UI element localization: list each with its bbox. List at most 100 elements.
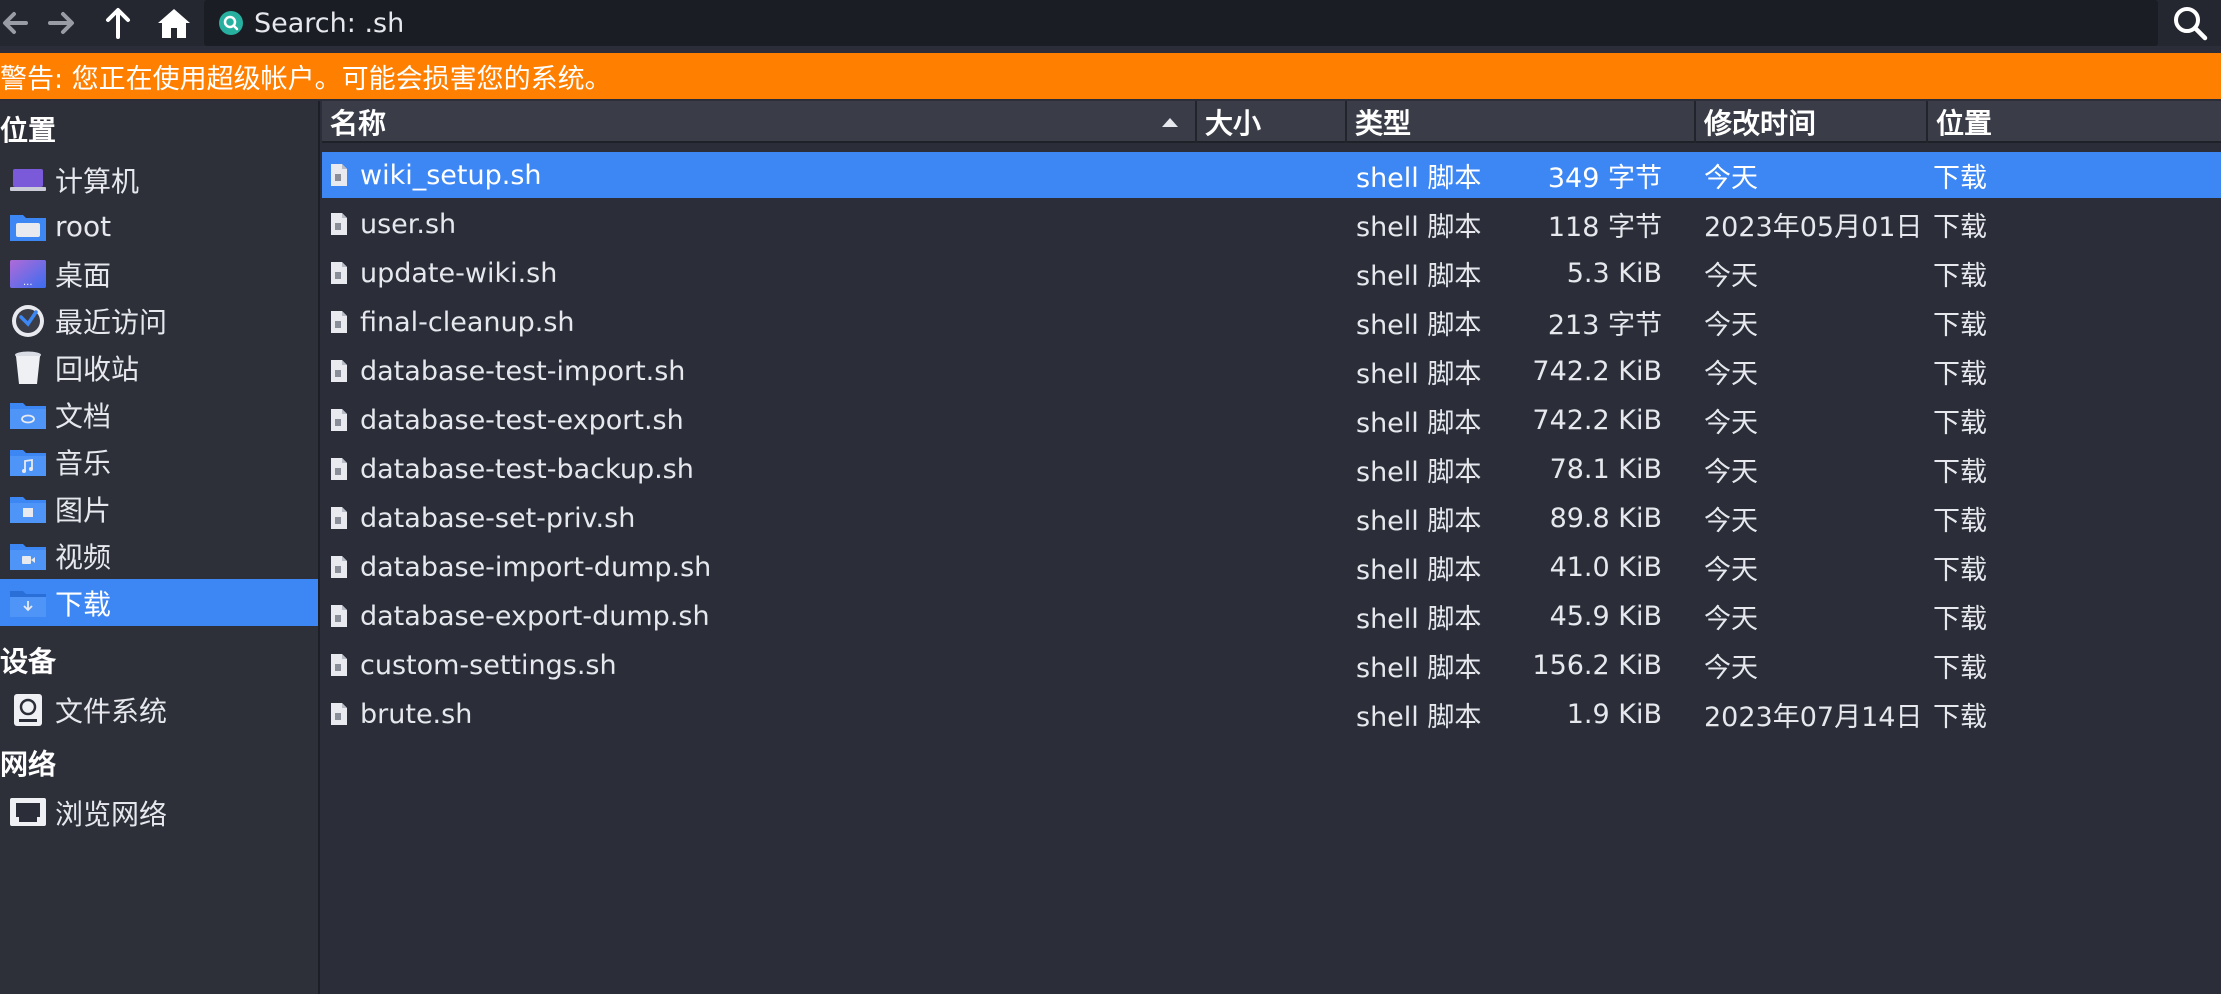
sidebar-item-label: 计算机 bbox=[55, 164, 140, 198]
file-type: shell 脚本 bbox=[1356, 358, 1482, 390]
documents-folder-icon bbox=[8, 397, 48, 433]
file-row[interactable]: user.sh 118 字节 shell 脚本 2023年05月01日 下载 bbox=[322, 201, 2221, 247]
network-icon bbox=[8, 795, 48, 831]
forward-arrow-icon bbox=[48, 12, 74, 34]
superuser-warning-bar: 警告: 您正在使用超级帐户。可能会损害您的系统。 bbox=[0, 53, 2221, 99]
file-row[interactable]: database-import-dump.sh 41.0 KiB shell 脚本今… bbox=[322, 544, 2221, 590]
file-location: 下载 bbox=[1933, 260, 1987, 292]
devices-header: 设备 bbox=[0, 645, 57, 678]
file-name: brute.sh bbox=[360, 698, 473, 730]
forward-button[interactable] bbox=[44, 0, 80, 46]
file-row[interactable]: database-export-dump.sh 45.9 KiB shell 脚本今… bbox=[322, 593, 2221, 639]
file-name-cell: database-import-dump.sh bbox=[330, 544, 1010, 590]
back-button[interactable] bbox=[0, 0, 30, 46]
search-button[interactable] bbox=[2158, 0, 2221, 46]
column-header-modified-label: 修改时间 bbox=[1704, 107, 1817, 140]
sidebar-item-music[interactable]: 音乐 bbox=[0, 438, 318, 485]
shell-script-file-icon bbox=[330, 603, 350, 629]
file-location: 下载 bbox=[1933, 652, 1987, 684]
file-name: database-set-priv.sh bbox=[360, 502, 636, 534]
file-row[interactable]: database-test-export.sh 742.2 KiB shell 脚本… bbox=[322, 397, 2221, 443]
file-row[interactable]: database-test-backup.sh 78.1 KiB shell 脚本今… bbox=[322, 446, 2221, 492]
file-location: 下载 bbox=[1933, 162, 1987, 194]
shell-script-file-icon bbox=[330, 211, 350, 237]
shell-script-file-icon bbox=[330, 505, 350, 531]
sidebar-item-downloads[interactable]: 下载 bbox=[0, 579, 318, 626]
file-name: database-test-import.sh bbox=[360, 355, 686, 387]
column-header-modified[interactable]: 修改时间 bbox=[1696, 101, 1928, 143]
file-row[interactable]: custom-settings.sh 156.2 KiB shell 脚本 今天 下载 bbox=[322, 642, 2221, 688]
sidebar-item-root[interactable]: root bbox=[0, 203, 318, 250]
recent-icon bbox=[8, 303, 48, 339]
desktop-icon: ... bbox=[8, 256, 48, 292]
file-name: database-export-dump.sh bbox=[360, 600, 710, 632]
sidebar-item-trash[interactable]: 回收站 bbox=[0, 344, 318, 391]
sidebar-item-recent[interactable]: 最近访问 bbox=[0, 297, 318, 344]
sidebar-item-browse-network[interactable]: 浏览网络 bbox=[0, 789, 318, 836]
file-row[interactable]: wiki_setup.sh 349 字节 shell 脚本 今天 下载 bbox=[322, 152, 2221, 198]
pictures-folder-icon bbox=[8, 491, 48, 527]
file-location: 下载 bbox=[1933, 407, 1987, 439]
file-row[interactable]: brute.sh 1.9 KiB shell 脚本 2023年07月14日 下载 bbox=[322, 691, 2221, 737]
computer-icon bbox=[8, 162, 48, 198]
column-header-type[interactable]: 类型 bbox=[1347, 101, 1696, 143]
file-location: 下载 bbox=[1933, 701, 1987, 733]
file-type: shell 脚本 bbox=[1356, 162, 1482, 194]
column-header-row: 名称 大小 类型 修改时间 位置 bbox=[322, 101, 2221, 143]
sidebar-item-label: 视频 bbox=[55, 540, 112, 574]
file-location: 下载 bbox=[1933, 358, 1987, 390]
file-name: database-test-export.sh bbox=[360, 404, 684, 436]
file-row[interactable]: database-set-priv.sh 89.8 KiB shell 脚本 今天 下载 bbox=[322, 495, 2221, 541]
shell-script-file-icon bbox=[330, 456, 350, 482]
sidebar-item-label: 音乐 bbox=[55, 446, 112, 480]
column-header-size[interactable]: 大小 bbox=[1197, 101, 1347, 143]
file-modified: 今天 bbox=[1704, 162, 1758, 194]
column-header-name-label: 名称 bbox=[330, 107, 387, 140]
column-header-name[interactable]: 名称 bbox=[322, 101, 1197, 143]
column-header-type-label: 类型 bbox=[1355, 107, 1412, 140]
sort-ascending-icon bbox=[1162, 118, 1178, 127]
column-header-location[interactable]: 位置 bbox=[1928, 101, 2221, 143]
sidebar-item-filesystem[interactable]: 文件系统 bbox=[0, 686, 318, 733]
column-header-location-label: 位置 bbox=[1936, 107, 1993, 140]
file-modified: 今天 bbox=[1704, 407, 1758, 439]
toolbar: Search: .sh bbox=[0, 0, 2221, 46]
file-type: shell 脚本 bbox=[1356, 456, 1482, 488]
file-row[interactable]: update-wiki.sh 5.3 KiB shell 脚本 今天 下载 bbox=[322, 250, 2221, 296]
file-modified: 今天 bbox=[1704, 309, 1758, 341]
file-row[interactable]: final-cleanup.sh 213 字节 shell 脚本 今天 下载 bbox=[322, 299, 2221, 345]
file-type: shell 脚本 bbox=[1356, 554, 1482, 586]
search-icon bbox=[2173, 7, 2207, 41]
home-button[interactable] bbox=[154, 0, 194, 46]
column-header-size-label: 大小 bbox=[1205, 107, 1262, 140]
file-name: update-wiki.sh bbox=[360, 257, 558, 289]
file-row[interactable]: database-test-import.sh 742.2 KiB shell 脚本… bbox=[322, 348, 2221, 394]
back-arrow-icon bbox=[3, 12, 28, 34]
file-type: shell 脚本 bbox=[1356, 652, 1482, 684]
sidebar-item-videos[interactable]: 视频 bbox=[0, 532, 318, 579]
file-name-cell: update-wiki.sh bbox=[330, 250, 1010, 296]
search-input[interactable]: Search: .sh bbox=[204, 0, 2158, 46]
sidebar-item-computer[interactable]: 计算机 bbox=[0, 156, 318, 203]
shell-script-file-icon bbox=[330, 701, 350, 727]
downloads-folder-icon bbox=[8, 585, 48, 621]
sidebar-item-label: 浏览网络 bbox=[55, 797, 168, 831]
file-name-cell: database-test-backup.sh bbox=[330, 446, 1010, 492]
sidebar-item-pictures[interactable]: 图片 bbox=[0, 485, 318, 532]
sidebar-item-label: 图片 bbox=[55, 493, 112, 527]
file-location: 下载 bbox=[1933, 554, 1987, 586]
home-folder-icon bbox=[8, 209, 48, 245]
search-location-icon bbox=[218, 10, 244, 36]
sidebar-item-documents[interactable]: 文档 bbox=[0, 391, 318, 438]
shell-script-file-icon bbox=[330, 260, 350, 286]
file-name-cell: custom-settings.sh bbox=[330, 642, 1010, 688]
sidebar-item-label: 文件系统 bbox=[55, 694, 168, 728]
file-modified: 2023年05月01日 bbox=[1704, 211, 1923, 243]
up-button[interactable] bbox=[100, 0, 136, 46]
sidebar-item-label: 最近访问 bbox=[55, 305, 168, 339]
drive-icon bbox=[8, 692, 48, 728]
file-name-cell: user.sh bbox=[330, 201, 1010, 247]
file-name: final-cleanup.sh bbox=[360, 306, 575, 338]
sidebar-item-desktop[interactable]: ... 桌面 bbox=[0, 250, 318, 297]
shell-script-file-icon bbox=[330, 554, 350, 580]
